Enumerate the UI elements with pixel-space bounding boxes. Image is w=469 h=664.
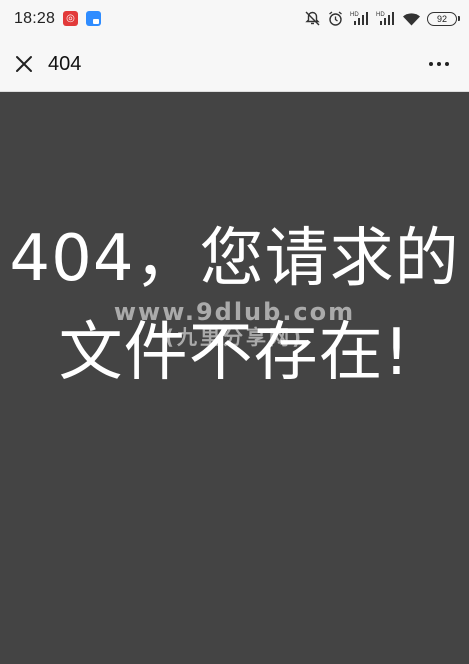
- battery-icon: 92: [427, 11, 460, 26]
- status-bar: 18:28 ◎ HD HD 92: [0, 0, 469, 37]
- mute-icon: [304, 10, 321, 27]
- battery-level: 92: [436, 13, 447, 24]
- alarm-icon: [327, 10, 344, 27]
- wifi-icon: [402, 11, 421, 27]
- page-title: 404: [48, 52, 82, 75]
- error-message: 404，您请求的文件不存在!: [9, 222, 460, 390]
- more-button[interactable]: [425, 58, 453, 70]
- svg-text:HD: HD: [376, 12, 385, 18]
- status-time: 18:28: [14, 9, 56, 27]
- hd-signal-icon: HD: [376, 10, 396, 27]
- more-icon: [429, 62, 433, 66]
- hd-signal-icon: HD: [350, 10, 370, 27]
- netease-music-icon: ◎: [63, 11, 79, 26]
- close-icon: [16, 56, 32, 72]
- status-right: HD HD 92: [304, 10, 460, 27]
- title-bar: 404: [0, 37, 469, 92]
- web-content: 404，您请求的文件不存在! www.9dlub.com (九里分享网): [0, 92, 469, 664]
- status-left: 18:28 ◎: [14, 9, 102, 28]
- svg-text:HD: HD: [350, 12, 359, 18]
- close-button[interactable]: [14, 54, 34, 74]
- blue-app-icon: [86, 11, 102, 26]
